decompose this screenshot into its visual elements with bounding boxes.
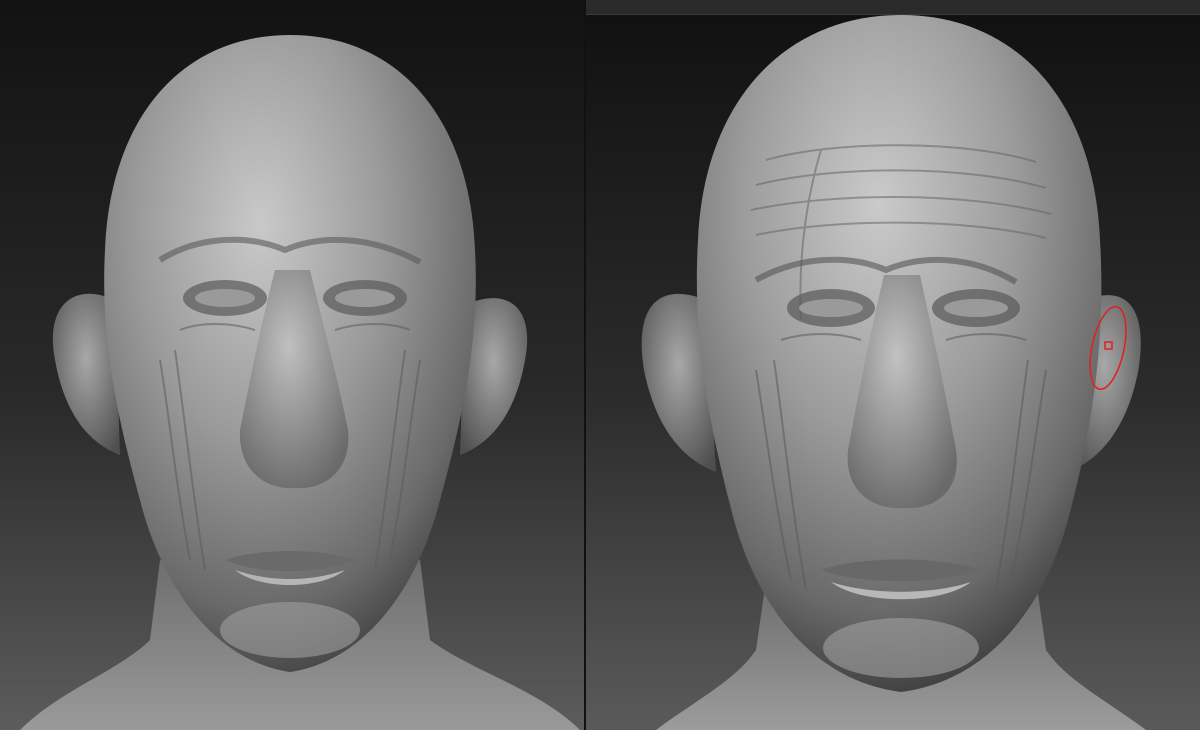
eyelid-right	[944, 299, 1008, 317]
viewport-top-bar	[586, 0, 1200, 15]
viewport-right[interactable]	[586, 0, 1200, 730]
chin	[823, 618, 979, 678]
eyelid-right	[335, 289, 395, 307]
eyelid-left	[195, 289, 255, 307]
sculpt-render-left	[0, 0, 586, 730]
chin	[220, 602, 360, 658]
sculpt-render-right	[586, 0, 1200, 730]
viewport-left[interactable]	[0, 0, 586, 730]
sculpt-compare-view	[0, 0, 1200, 730]
eyelid-left	[799, 299, 863, 317]
